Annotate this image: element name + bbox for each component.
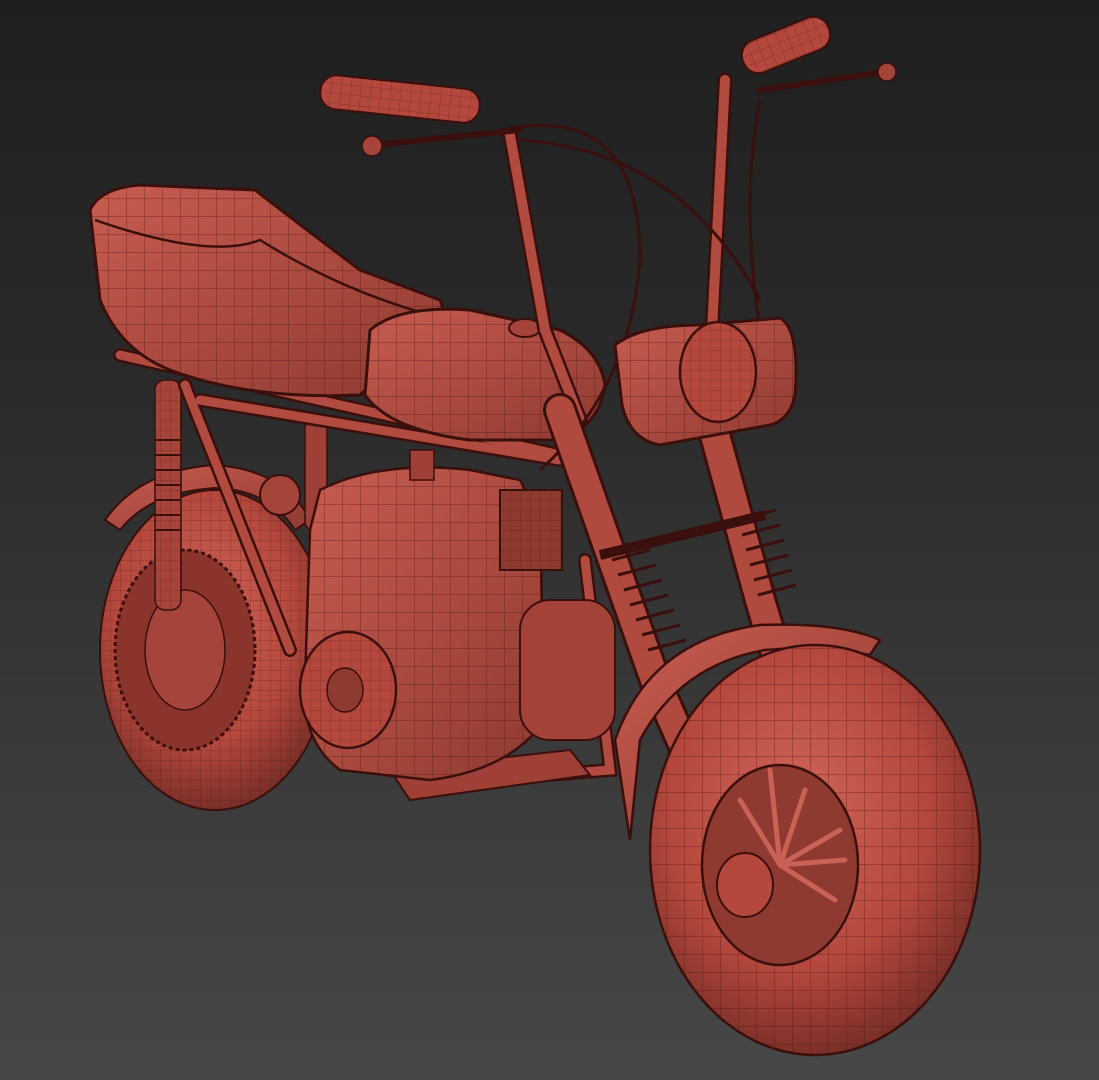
minibike-render: [88, 15, 982, 1057]
front-wheel: [648, 643, 982, 1057]
headlight: [613, 316, 798, 447]
carburetor: [259, 474, 301, 516]
left-brake-lever: [372, 127, 523, 148]
right-brake-lever: [757, 69, 888, 93]
3d-viewport[interactable]: [0, 0, 1099, 1080]
engine-side-cover: [519, 599, 616, 741]
